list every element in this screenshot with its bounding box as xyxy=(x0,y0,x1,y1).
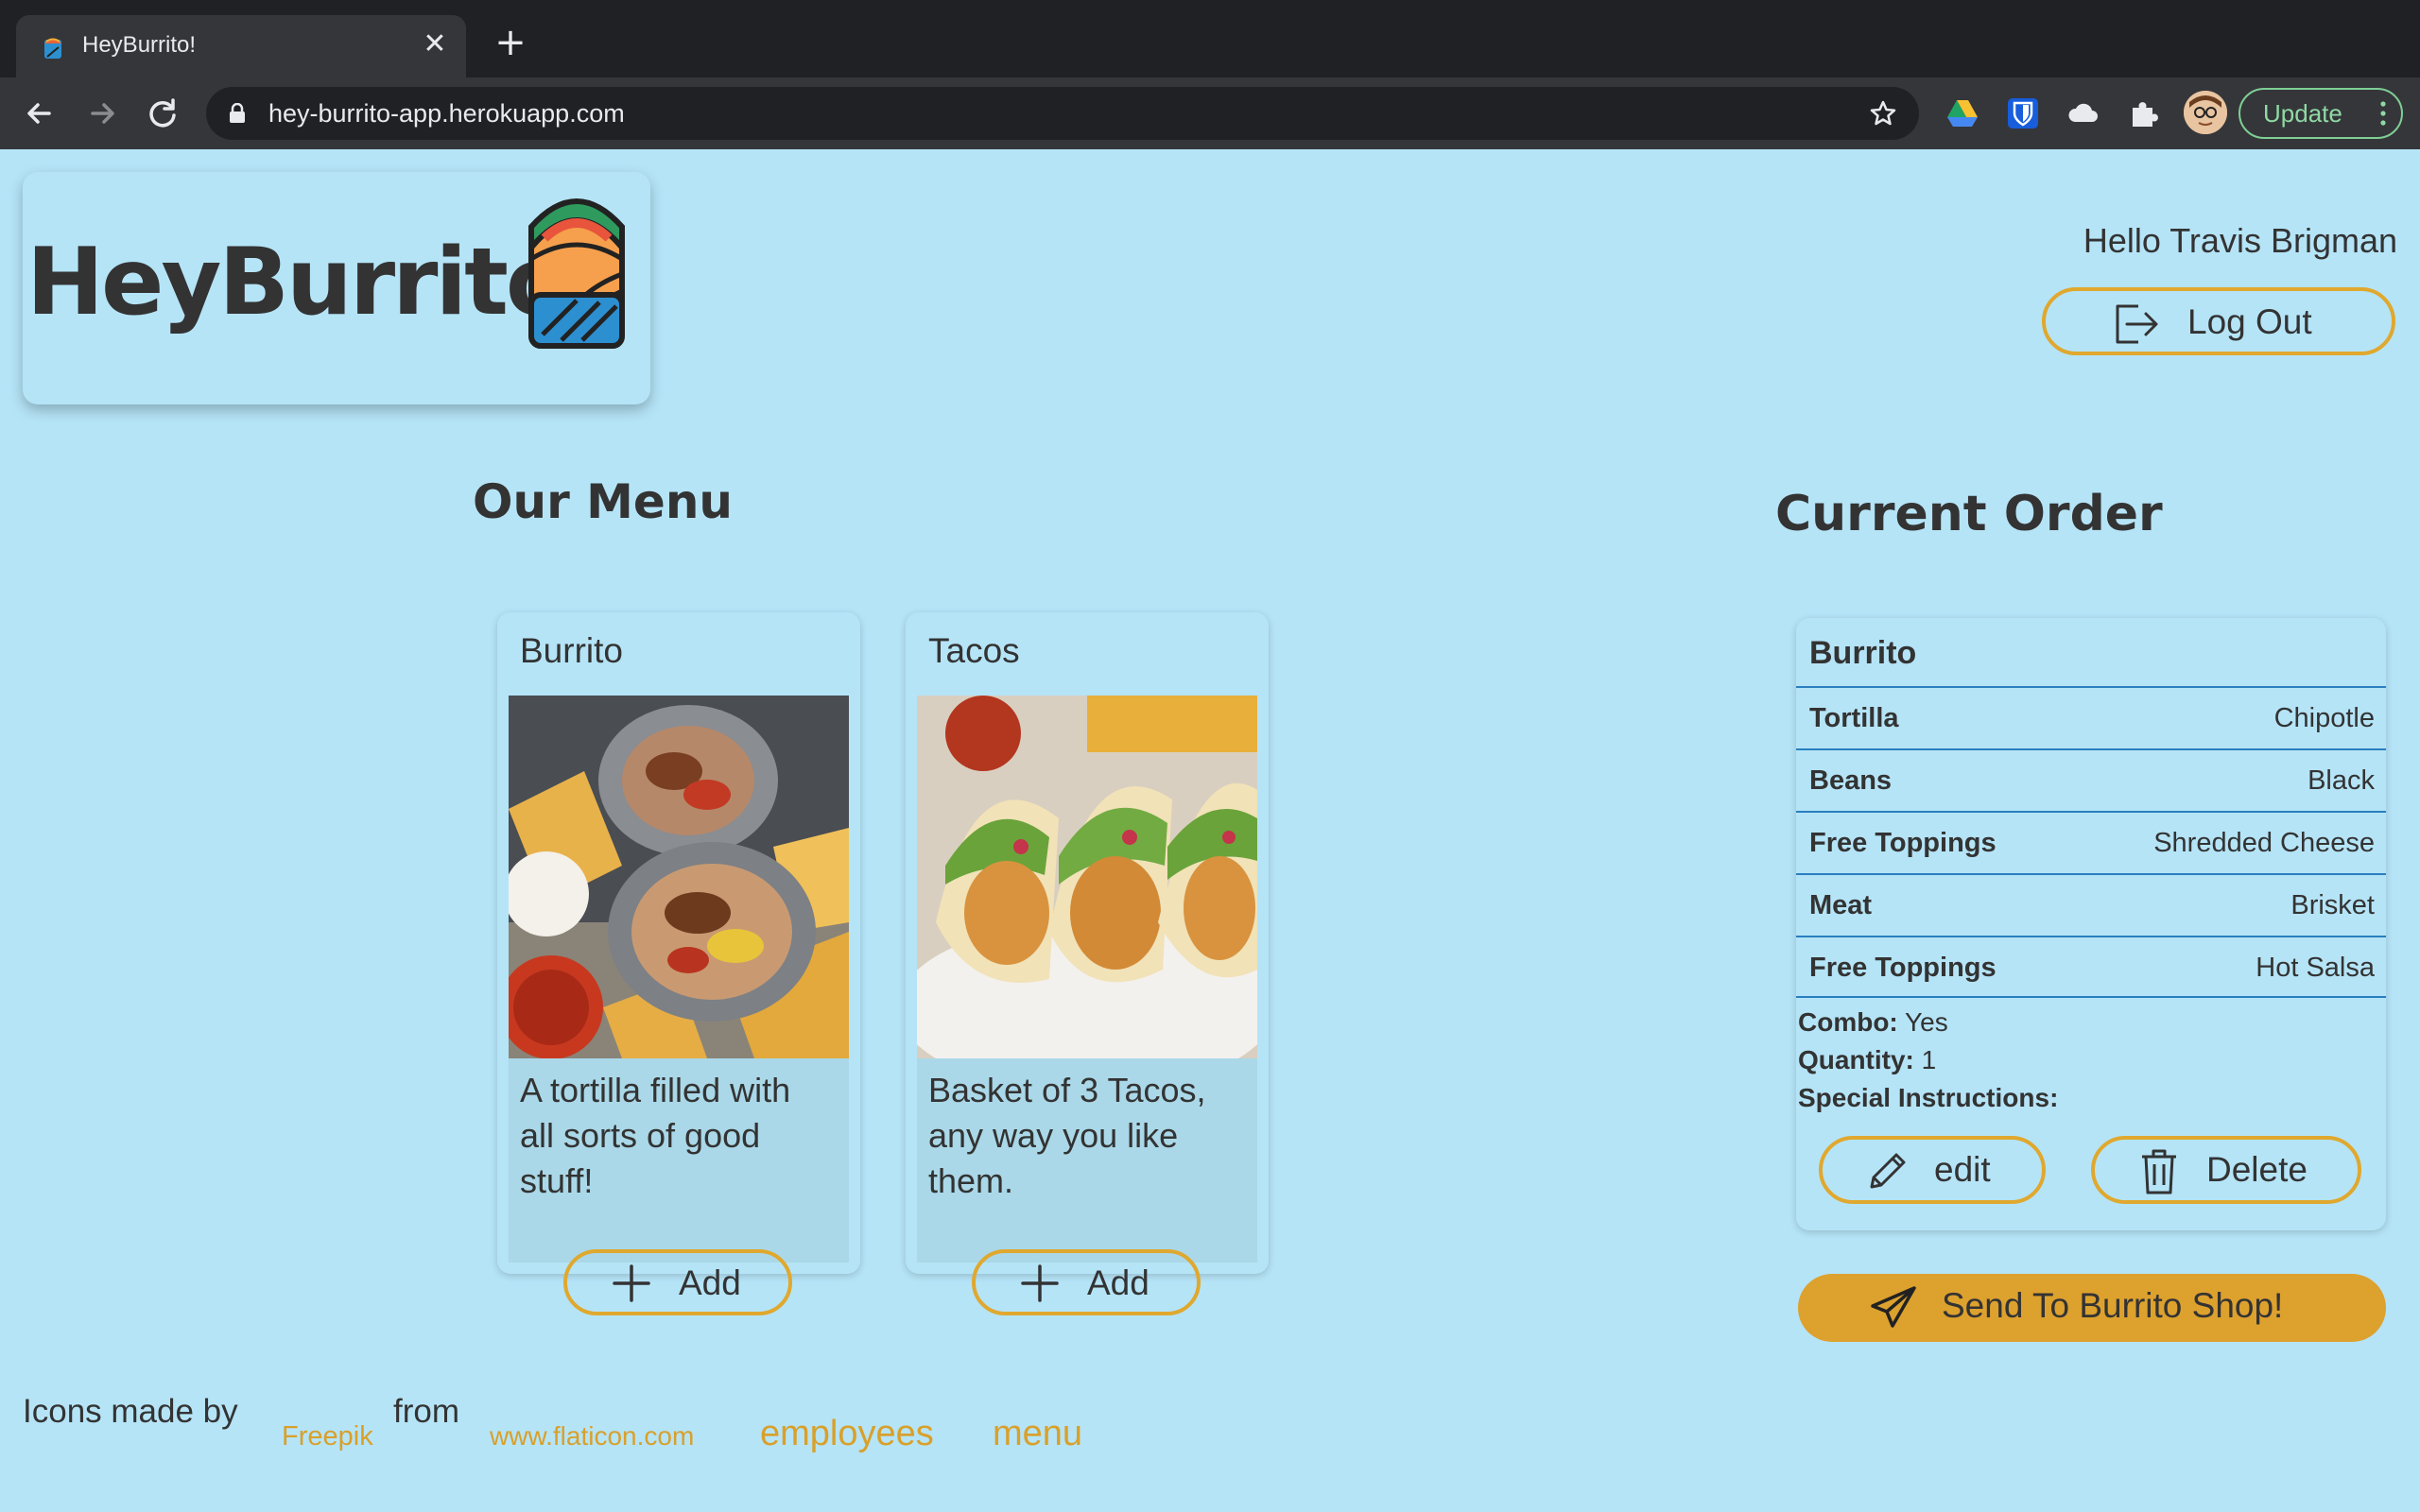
menu-item-title: Burrito xyxy=(520,631,623,670)
back-arrow-icon[interactable] xyxy=(21,94,59,132)
combo-label: Combo: xyxy=(1798,1007,1898,1037)
logout-button[interactable]: Log Out xyxy=(2042,287,2395,355)
order-row-label: Tortilla xyxy=(1809,703,1899,733)
special-instructions-line: Special Instructions: xyxy=(1798,1079,2058,1117)
edit-label: edit xyxy=(1934,1150,1991,1189)
app-logo-text: HeyBurrito! xyxy=(26,229,609,336)
order-row-label: Meat xyxy=(1809,890,1873,920)
lock-icon xyxy=(230,103,245,123)
add-burrito-button[interactable]: Add xyxy=(563,1249,792,1315)
send-to-shop-button[interactable]: Send To Burrito Shop! xyxy=(1798,1274,2386,1342)
order-row-label: Free Toppings xyxy=(1809,828,1996,858)
bitwarden-shield-icon[interactable] xyxy=(2006,96,2040,130)
more-vert-icon xyxy=(2380,101,2386,126)
order-row-label: Free Toppings xyxy=(1809,953,1996,983)
url-text[interactable]: hey-burrito-app.herokuapp.com xyxy=(268,99,625,129)
edit-order-button[interactable]: edit xyxy=(1819,1136,2046,1204)
attribution-from-text: from xyxy=(393,1393,459,1430)
current-order-heading: Current Order xyxy=(1775,486,2163,542)
menu-item-description: A tortilla filled with all sorts of good… xyxy=(520,1071,791,1200)
employees-link[interactable]: employees xyxy=(760,1414,934,1454)
menu-link[interactable]: menu xyxy=(993,1414,1082,1454)
combo-line: Combo: Yes xyxy=(1798,1004,2058,1041)
cloud-extension-icon[interactable] xyxy=(2066,96,2100,130)
order-row: Free Toppings Shredded Cheese xyxy=(1796,811,2386,873)
order-meta: Combo: Yes Quantity: 1 Special Instructi… xyxy=(1798,1004,2058,1117)
add-label: Add xyxy=(1087,1263,1150,1302)
address-bar[interactable]: hey-burrito-app.herokuapp.com xyxy=(206,87,1919,140)
order-row-value: Black xyxy=(2308,765,2375,796)
close-tab-icon[interactable]: ✕ xyxy=(419,28,451,60)
quantity-line: Quantity: 1 xyxy=(1798,1041,2058,1079)
menu-item-body: A tortilla filled with all sorts of good… xyxy=(509,1058,849,1315)
quantity-value: 1 xyxy=(1921,1045,1937,1074)
quantity-label: Quantity: xyxy=(1798,1045,1914,1074)
order-row-value: Brisket xyxy=(2290,890,2375,920)
order-item-title: Burrito xyxy=(1809,635,1917,671)
order-row: Free Toppings Hot Salsa xyxy=(1796,936,2386,998)
logout-icon xyxy=(2116,304,2158,344)
burrito-favicon-icon xyxy=(44,38,61,59)
new-tab-button[interactable]: + xyxy=(493,24,527,61)
menu-card-burrito: Burrito A tortilla filled with all sorts… xyxy=(497,612,860,1315)
attribution-text: Icons made by xyxy=(23,1393,238,1430)
order-row-label: Beans xyxy=(1809,765,1893,796)
page-content: HeyBurrito! Hello Travis Brigman Log Out… xyxy=(0,149,2420,1512)
menu-item-description: Basket of 3 Tacos, any way you like them… xyxy=(928,1071,1206,1200)
menu-card-tacos: Tacos Basket of 3 Tacos, any way you lik… xyxy=(906,612,1269,1315)
forward-arrow-icon[interactable] xyxy=(83,94,121,132)
trash-icon xyxy=(2142,1149,2176,1194)
google-drive-icon[interactable] xyxy=(1945,96,1979,130)
send-label: Send To Burrito Shop! xyxy=(1942,1286,2284,1325)
burrito-logo-icon xyxy=(528,198,625,349)
menu-heading: Our Menu xyxy=(473,474,734,529)
browser-tab[interactable]: HeyBurrito! ✕ xyxy=(16,15,466,77)
paper-plane-icon xyxy=(1871,1286,1916,1328)
update-button[interactable]: Update xyxy=(2238,88,2403,139)
add-tacos-button[interactable]: Add xyxy=(972,1249,1201,1315)
delete-label: Delete xyxy=(2206,1150,2308,1189)
profile-avatar[interactable] xyxy=(2184,91,2227,134)
logo-card: HeyBurrito! xyxy=(23,172,650,404)
menu-item-body: Basket of 3 Tacos, any way you like them… xyxy=(917,1058,1257,1315)
delete-order-button[interactable]: Delete xyxy=(2091,1136,2361,1204)
tab-title: HeyBurrito! xyxy=(82,32,197,58)
logout-label: Log Out xyxy=(2187,302,2312,341)
order-row-value: Hot Salsa xyxy=(2256,953,2375,983)
order-row-value: Shredded Cheese xyxy=(2153,828,2375,858)
combo-value: Yes xyxy=(1905,1007,1948,1037)
update-label: Update xyxy=(2263,99,2342,128)
bookmark-star-icon[interactable] xyxy=(1868,98,1898,129)
order-row: Tortilla Chipotle xyxy=(1796,686,2386,748)
tacos-photo xyxy=(917,696,1257,1058)
burrito-photo xyxy=(509,696,849,1058)
order-details-table: Tortilla Chipotle Beans Black Free Toppi… xyxy=(1796,686,2386,998)
profile-avatar-icon xyxy=(2184,91,2227,134)
footer: Icons made by Freepik from www.flaticon.… xyxy=(23,1393,1157,1469)
add-label: Add xyxy=(679,1263,741,1302)
freepik-link[interactable]: Freepik xyxy=(282,1421,373,1452)
browser-tab-strip: HeyBurrito! ✕ + xyxy=(0,0,2420,77)
reload-icon[interactable] xyxy=(144,94,182,132)
browser-toolbar: hey-burrito-app.herokuapp.com Update xyxy=(0,77,2420,149)
special-instructions-label: Special Instructions: xyxy=(1798,1083,2059,1112)
plus-icon xyxy=(613,1264,650,1302)
order-row: Meat Brisket xyxy=(1796,873,2386,936)
menu-item-title: Tacos xyxy=(928,631,1020,670)
order-row: Beans Black xyxy=(1796,748,2386,811)
user-greeting: Hello Travis Brigman xyxy=(2083,221,2397,260)
order-card: Burrito Tortilla Chipotle Beans Black Fr… xyxy=(1796,618,2386,1230)
order-row-value: Chipotle xyxy=(2273,703,2375,733)
plus-icon xyxy=(1021,1264,1059,1302)
flaticon-link[interactable]: www.flaticon.com xyxy=(490,1421,694,1452)
extensions-puzzle-icon[interactable] xyxy=(2127,96,2161,130)
pencil-icon xyxy=(1870,1153,1906,1189)
